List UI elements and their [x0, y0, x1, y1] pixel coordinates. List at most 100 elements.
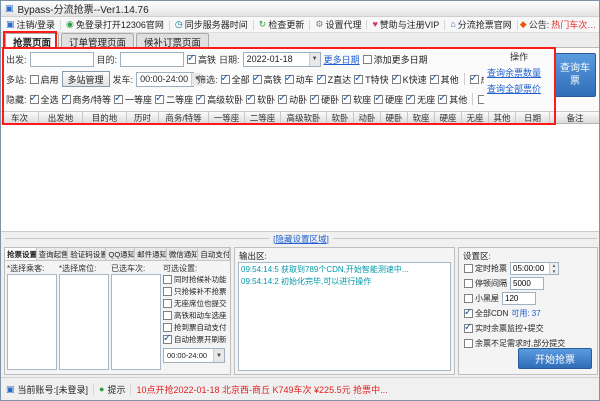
checkbox-label: 动卧: [289, 93, 307, 106]
stepper-buttons[interactable]: ▲ ▼: [549, 263, 558, 274]
toolbar-open-12306[interactable]: ◉ 免登录打开12306官网: [63, 17, 167, 32]
depart-time-label: 发车:: [113, 73, 134, 86]
col-first-class[interactable]: 一等座: [209, 112, 245, 123]
date-select[interactable]: 2022-01-18 ▼: [243, 52, 321, 67]
query-seat-count-link[interactable]: 查询余票数量: [487, 66, 541, 79]
depart-time-select[interactable]: 00:00-24:00 ▼: [136, 72, 194, 87]
checkbox-box: [163, 323, 172, 332]
filter-t-checkbox[interactable]: T特快: [354, 73, 389, 86]
adult-checkbox[interactable]: 成人: [470, 73, 484, 86]
timed-grab-time-stepper[interactable]: ▲ ▼: [510, 262, 559, 275]
option-auto-refresh-checkbox[interactable]: 自动抢票开刷新: [163, 334, 228, 345]
timed-grab-checkbox[interactable]: 定时抢票: [464, 263, 507, 274]
hide-second-class-checkbox[interactable]: 二等座: [155, 93, 193, 106]
col-emu-sleeper[interactable]: 动卧: [354, 112, 381, 123]
to-station-input[interactable]: [120, 52, 184, 67]
hide-first-class-checkbox[interactable]: 一等座: [114, 93, 152, 106]
hide-emu-sleeper-checkbox[interactable]: 动卧: [278, 93, 307, 106]
passenger-listbox[interactable]: [7, 274, 57, 370]
child-checkbox[interactable]: 儿童: [478, 93, 484, 106]
filter-k-checkbox[interactable]: K快速: [392, 73, 427, 86]
announcement-label: 公告:: [529, 18, 550, 31]
output-log-listbox[interactable]: 09:54:14:5 获取到789个CDN,开始智能测速中... 09:54:1…: [238, 262, 451, 371]
hide-settings-area-link[interactable]: [隐藏设置区域]: [273, 233, 329, 245]
col-duration[interactable]: 历时: [127, 112, 159, 123]
filter-other-checkbox[interactable]: 其他: [430, 73, 459, 86]
tab-waitlist-page[interactable]: 候补订票页面: [136, 33, 209, 47]
hide-hard-seat-checkbox[interactable]: 硬座: [374, 93, 403, 106]
tab-order-manage-page[interactable]: 订单管理页面: [61, 33, 134, 47]
hide-business-checkbox[interactable]: 商务/特等: [62, 93, 112, 106]
col-soft-seat[interactable]: 软座: [408, 112, 435, 123]
grab-time-range-select[interactable]: 00:00-24:00 ▼: [163, 348, 225, 363]
col-no-seat[interactable]: 无座: [462, 112, 489, 123]
query-all-price-link[interactable]: 查询全部票价: [487, 82, 541, 95]
tab-wechat-notify[interactable]: 微信通知: [167, 248, 199, 260]
app-icon: ▣: [5, 3, 14, 14]
filter-emu-checkbox[interactable]: 动车: [285, 73, 314, 86]
hide-soft-sleeper-checkbox[interactable]: 软卧: [246, 93, 275, 106]
hsr-checkbox[interactable]: 高铁: [187, 53, 216, 66]
col-premium-soft-sleeper[interactable]: 高级软卧: [281, 112, 327, 123]
option-seat-selection-checkbox[interactable]: 高铁和动车选座: [163, 310, 228, 321]
selected-trains-listbox[interactable]: [111, 274, 161, 370]
query-tickets-button[interactable]: 查询车票: [554, 53, 596, 97]
col-soft-sleeper[interactable]: 软卧: [327, 112, 354, 123]
hide-premium-soft-sleeper-checkbox[interactable]: 高级软卧: [196, 93, 243, 106]
more-dates-link[interactable]: 更多日期: [324, 53, 360, 66]
pause-interval-input[interactable]: [510, 277, 544, 290]
tab-auto-pay[interactable]: 自动支付: [198, 248, 230, 260]
all-cdn-checkbox[interactable]: 全部CDN: [464, 308, 508, 319]
option-waitlist-only-checkbox[interactable]: 只抢候补不抢票: [163, 286, 228, 297]
seat-listbox[interactable]: [59, 274, 109, 370]
tab-grab-ticket-page[interactable]: 抢票页面: [5, 33, 59, 47]
tab-email-notify[interactable]: 邮件通知: [135, 248, 167, 260]
settings-tabstrip: 抢票设置 查询起售 验证码设置 QQ通知 邮件通知 微信通知 自动支付: [5, 248, 230, 261]
col-from[interactable]: 出发地: [39, 112, 83, 123]
toolbar-vip-register[interactable]: ♥ 赞助与注册VIP: [369, 17, 442, 32]
hide-hard-sleeper-checkbox[interactable]: 硬卧: [310, 93, 339, 106]
option-waitlist-both-checkbox[interactable]: 同时抢候补功能: [163, 274, 228, 285]
stepper-down-icon[interactable]: ▼: [550, 269, 558, 275]
hide-soft-seat-checkbox[interactable]: 软座: [342, 93, 371, 106]
filter-z-checkbox[interactable]: Z直达: [317, 73, 352, 86]
multi-station-enable-checkbox[interactable]: 启用: [30, 73, 59, 86]
filter-all-checkbox[interactable]: 全部: [221, 73, 250, 86]
toolbar-official-site[interactable]: ⌂ 分流抢票官网: [447, 17, 514, 32]
start-grab-button[interactable]: 开始抢票: [518, 348, 592, 369]
tab-query-onsale[interactable]: 查询起售: [37, 248, 69, 260]
col-other[interactable]: 其他: [489, 112, 516, 123]
toolbar-sync-time[interactable]: ◷ 同步服务器时间: [172, 17, 251, 32]
checkbox-box: [163, 335, 172, 344]
add-more-dates-checkbox[interactable]: 添加更多日期: [363, 53, 428, 66]
col-remark[interactable]: 备注: [550, 112, 600, 123]
from-station-input[interactable]: [30, 52, 94, 67]
checkbox-box: [155, 95, 164, 104]
col-hard-sleeper[interactable]: 硬卧: [381, 112, 408, 123]
blackroom-input[interactable]: [502, 292, 536, 305]
filter-hsr-checkbox[interactable]: 高铁: [253, 73, 282, 86]
tab-qq-notify[interactable]: QQ通知: [106, 248, 135, 260]
toolbar-logout-login[interactable]: ▣ 注销/登录: [3, 17, 58, 32]
monitor-submit-checkbox[interactable]: 实时余票监控+提交: [464, 323, 544, 334]
option-auto-pay-checkbox[interactable]: 抢到票自动支付: [163, 322, 228, 333]
hide-no-seat-checkbox[interactable]: 无座: [406, 93, 435, 106]
col-train-no[interactable]: 车次: [1, 112, 39, 123]
hide-other-checkbox[interactable]: 其他: [438, 93, 467, 106]
pause-interval-checkbox[interactable]: 停顿间隔: [464, 278, 507, 289]
col-date[interactable]: 日期: [516, 112, 550, 123]
tab-grab-settings[interactable]: 抢票设置: [5, 248, 37, 260]
hide-select-all-checkbox[interactable]: 全选: [30, 93, 59, 106]
col-hard-seat[interactable]: 硬座: [435, 112, 462, 123]
timed-grab-time-input[interactable]: [511, 263, 549, 274]
col-to[interactable]: 目的地: [83, 112, 127, 123]
checkbox-label: K快速: [403, 73, 427, 86]
toolbar-proxy-settings[interactable]: ⚙ 设置代理: [312, 17, 364, 32]
col-business[interactable]: 商务/特等: [159, 112, 209, 123]
option-no-seat-submit-checkbox[interactable]: 无座席位也提交: [163, 298, 228, 309]
toolbar-check-update[interactable]: ↻ 检查更新: [256, 17, 308, 32]
tab-captcha-settings[interactable]: 验证码设置: [68, 248, 106, 260]
col-second-class[interactable]: 二等座: [245, 112, 281, 123]
multi-station-manage-button[interactable]: 多站管理: [62, 71, 110, 87]
blackroom-checkbox[interactable]: 小黑屋: [464, 293, 499, 304]
